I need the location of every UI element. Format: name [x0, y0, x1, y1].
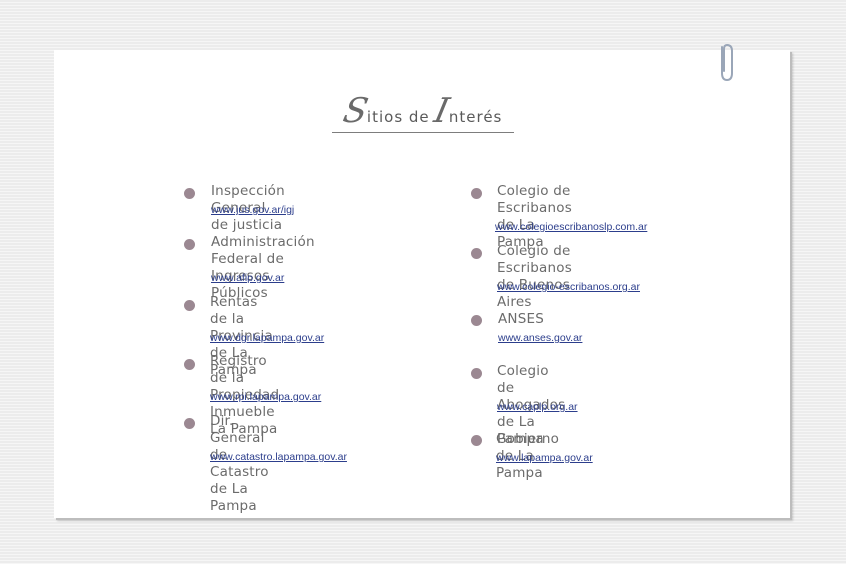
site-link[interactable]: www.catastro.lapampa.gov.ar: [210, 451, 347, 464]
content-card: Sitios de Interés Inspección General de …: [54, 43, 790, 518]
site-name: Dir. General de Catastro de La Pampa: [210, 413, 269, 514]
bullet-icon: [471, 435, 482, 446]
title-first-rest: itios de: [366, 108, 436, 126]
site-link[interactable]: www.afip.gov.ar: [211, 272, 284, 285]
site-name: Colegio de Escribanos de Buenos Aires: [497, 243, 572, 310]
paperclip-icon: [721, 43, 733, 82]
site-link[interactable]: www.colegio-escribanos.org.ar: [497, 281, 640, 294]
site-link[interactable]: www.colegioescribanoslp.com.ar: [495, 221, 647, 234]
bullet-icon: [184, 239, 195, 250]
bullet-icon: [184, 188, 195, 199]
site-link[interactable]: www.lapampa.gov.ar: [496, 452, 593, 465]
site-name: ANSES: [498, 311, 545, 327]
bullet-icon: [471, 315, 482, 326]
bullet-icon: [184, 418, 195, 429]
bullet-icon: [471, 368, 482, 379]
page-title: Sitios de Interés: [332, 91, 514, 133]
bullet-icon: [471, 248, 482, 259]
site-link[interactable]: www.jus.gov.ar/igj: [211, 204, 294, 217]
site-link[interactable]: www.caplp.org.ar: [497, 401, 578, 414]
title-second-rest: nterés: [448, 108, 503, 126]
site-link[interactable]: www.anses.gov.ar: [498, 332, 582, 345]
site-name: Colegio de Escribanos de La Pampa: [497, 183, 572, 250]
bullet-icon: [184, 359, 195, 370]
bullet-icon: [471, 188, 482, 199]
bullet-icon: [184, 300, 195, 311]
site-link[interactable]: www.dgr.lapampa.gov.ar: [210, 332, 324, 345]
site-name: Administración Federal de Ingresos Públi…: [211, 234, 315, 301]
site-link[interactable]: www.rpi.lapampa.gov.ar: [210, 391, 321, 404]
